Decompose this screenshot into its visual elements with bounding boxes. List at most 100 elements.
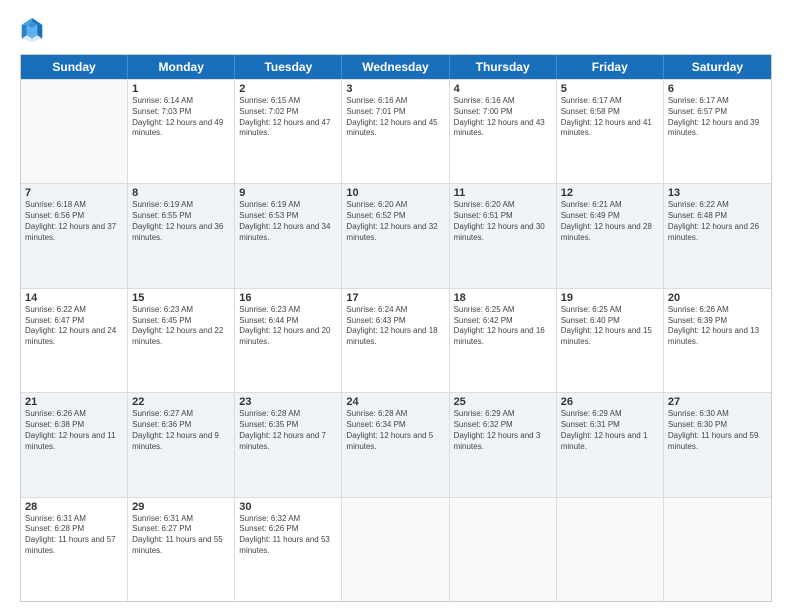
table-row: 1Sunrise: 6:14 AMSunset: 7:03 PMDaylight… [128,80,235,183]
day-number: 1 [132,83,230,95]
logo [20,16,48,44]
day-info: Sunrise: 6:26 AMSunset: 6:39 PMDaylight:… [668,305,767,348]
table-row: 30Sunrise: 6:32 AMSunset: 6:26 PMDayligh… [235,498,342,601]
header-sunday: Sunday [21,55,128,79]
day-info: Sunrise: 6:19 AMSunset: 6:55 PMDaylight:… [132,200,230,243]
header-thursday: Thursday [450,55,557,79]
header-monday: Monday [128,55,235,79]
day-number: 9 [239,187,337,199]
header [20,16,772,44]
table-row [557,498,664,601]
table-row: 18Sunrise: 6:25 AMSunset: 6:42 PMDayligh… [450,289,557,392]
calendar-row-4: 21Sunrise: 6:26 AMSunset: 6:38 PMDayligh… [21,392,771,496]
day-info: Sunrise: 6:19 AMSunset: 6:53 PMDaylight:… [239,200,337,243]
day-number: 13 [668,187,767,199]
table-row: 19Sunrise: 6:25 AMSunset: 6:40 PMDayligh… [557,289,664,392]
day-info: Sunrise: 6:32 AMSunset: 6:26 PMDaylight:… [239,514,337,557]
day-number: 12 [561,187,659,199]
calendar-header: Sunday Monday Tuesday Wednesday Thursday… [21,55,771,79]
day-info: Sunrise: 6:20 AMSunset: 6:52 PMDaylight:… [346,200,444,243]
day-number: 18 [454,292,552,304]
table-row: 11Sunrise: 6:20 AMSunset: 6:51 PMDayligh… [450,184,557,287]
table-row: 17Sunrise: 6:24 AMSunset: 6:43 PMDayligh… [342,289,449,392]
day-number: 16 [239,292,337,304]
table-row: 28Sunrise: 6:31 AMSunset: 6:28 PMDayligh… [21,498,128,601]
table-row [342,498,449,601]
table-row: 23Sunrise: 6:28 AMSunset: 6:35 PMDayligh… [235,393,342,496]
calendar-row-2: 7Sunrise: 6:18 AMSunset: 6:56 PMDaylight… [21,183,771,287]
day-number: 20 [668,292,767,304]
table-row: 15Sunrise: 6:23 AMSunset: 6:45 PMDayligh… [128,289,235,392]
table-row: 6Sunrise: 6:17 AMSunset: 6:57 PMDaylight… [664,80,771,183]
day-number: 5 [561,83,659,95]
table-row [21,80,128,183]
day-number: 25 [454,396,552,408]
day-number: 23 [239,396,337,408]
day-info: Sunrise: 6:31 AMSunset: 6:28 PMDaylight:… [25,514,123,557]
table-row: 10Sunrise: 6:20 AMSunset: 6:52 PMDayligh… [342,184,449,287]
header-wednesday: Wednesday [342,55,449,79]
day-info: Sunrise: 6:15 AMSunset: 7:02 PMDaylight:… [239,96,337,139]
table-row: 24Sunrise: 6:28 AMSunset: 6:34 PMDayligh… [342,393,449,496]
day-info: Sunrise: 6:26 AMSunset: 6:38 PMDaylight:… [25,409,123,452]
table-row: 5Sunrise: 6:17 AMSunset: 6:58 PMDaylight… [557,80,664,183]
table-row [450,498,557,601]
day-info: Sunrise: 6:24 AMSunset: 6:43 PMDaylight:… [346,305,444,348]
day-info: Sunrise: 6:16 AMSunset: 7:01 PMDaylight:… [346,96,444,139]
day-number: 26 [561,396,659,408]
table-row: 27Sunrise: 6:30 AMSunset: 6:30 PMDayligh… [664,393,771,496]
table-row: 8Sunrise: 6:19 AMSunset: 6:55 PMDaylight… [128,184,235,287]
day-info: Sunrise: 6:17 AMSunset: 6:58 PMDaylight:… [561,96,659,139]
day-info: Sunrise: 6:18 AMSunset: 6:56 PMDaylight:… [25,200,123,243]
logo-icon [20,16,44,44]
table-row: 25Sunrise: 6:29 AMSunset: 6:32 PMDayligh… [450,393,557,496]
table-row: 9Sunrise: 6:19 AMSunset: 6:53 PMDaylight… [235,184,342,287]
header-tuesday: Tuesday [235,55,342,79]
calendar-body: 1Sunrise: 6:14 AMSunset: 7:03 PMDaylight… [21,79,771,601]
day-info: Sunrise: 6:17 AMSunset: 6:57 PMDaylight:… [668,96,767,139]
day-number: 30 [239,501,337,513]
day-number: 2 [239,83,337,95]
table-row: 16Sunrise: 6:23 AMSunset: 6:44 PMDayligh… [235,289,342,392]
day-number: 27 [668,396,767,408]
table-row: 26Sunrise: 6:29 AMSunset: 6:31 PMDayligh… [557,393,664,496]
table-row [664,498,771,601]
day-info: Sunrise: 6:23 AMSunset: 6:44 PMDaylight:… [239,305,337,348]
table-row: 4Sunrise: 6:16 AMSunset: 7:00 PMDaylight… [450,80,557,183]
day-info: Sunrise: 6:28 AMSunset: 6:35 PMDaylight:… [239,409,337,452]
page: Sunday Monday Tuesday Wednesday Thursday… [0,0,792,612]
day-number: 4 [454,83,552,95]
table-row: 2Sunrise: 6:15 AMSunset: 7:02 PMDaylight… [235,80,342,183]
calendar-row-1: 1Sunrise: 6:14 AMSunset: 7:03 PMDaylight… [21,79,771,183]
day-info: Sunrise: 6:22 AMSunset: 6:48 PMDaylight:… [668,200,767,243]
calendar-row-3: 14Sunrise: 6:22 AMSunset: 6:47 PMDayligh… [21,288,771,392]
day-number: 7 [25,187,123,199]
day-number: 17 [346,292,444,304]
table-row: 7Sunrise: 6:18 AMSunset: 6:56 PMDaylight… [21,184,128,287]
day-number: 22 [132,396,230,408]
header-friday: Friday [557,55,664,79]
day-info: Sunrise: 6:14 AMSunset: 7:03 PMDaylight:… [132,96,230,139]
day-info: Sunrise: 6:25 AMSunset: 6:40 PMDaylight:… [561,305,659,348]
day-number: 28 [25,501,123,513]
day-number: 19 [561,292,659,304]
day-info: Sunrise: 6:27 AMSunset: 6:36 PMDaylight:… [132,409,230,452]
calendar-row-5: 28Sunrise: 6:31 AMSunset: 6:28 PMDayligh… [21,497,771,601]
day-info: Sunrise: 6:31 AMSunset: 6:27 PMDaylight:… [132,514,230,557]
day-info: Sunrise: 6:30 AMSunset: 6:30 PMDaylight:… [668,409,767,452]
day-number: 14 [25,292,123,304]
day-number: 21 [25,396,123,408]
table-row: 13Sunrise: 6:22 AMSunset: 6:48 PMDayligh… [664,184,771,287]
day-info: Sunrise: 6:29 AMSunset: 6:31 PMDaylight:… [561,409,659,452]
table-row: 12Sunrise: 6:21 AMSunset: 6:49 PMDayligh… [557,184,664,287]
day-number: 3 [346,83,444,95]
day-info: Sunrise: 6:16 AMSunset: 7:00 PMDaylight:… [454,96,552,139]
day-info: Sunrise: 6:21 AMSunset: 6:49 PMDaylight:… [561,200,659,243]
table-row: 21Sunrise: 6:26 AMSunset: 6:38 PMDayligh… [21,393,128,496]
day-info: Sunrise: 6:25 AMSunset: 6:42 PMDaylight:… [454,305,552,348]
day-number: 8 [132,187,230,199]
day-info: Sunrise: 6:20 AMSunset: 6:51 PMDaylight:… [454,200,552,243]
table-row: 20Sunrise: 6:26 AMSunset: 6:39 PMDayligh… [664,289,771,392]
day-number: 15 [132,292,230,304]
table-row: 29Sunrise: 6:31 AMSunset: 6:27 PMDayligh… [128,498,235,601]
